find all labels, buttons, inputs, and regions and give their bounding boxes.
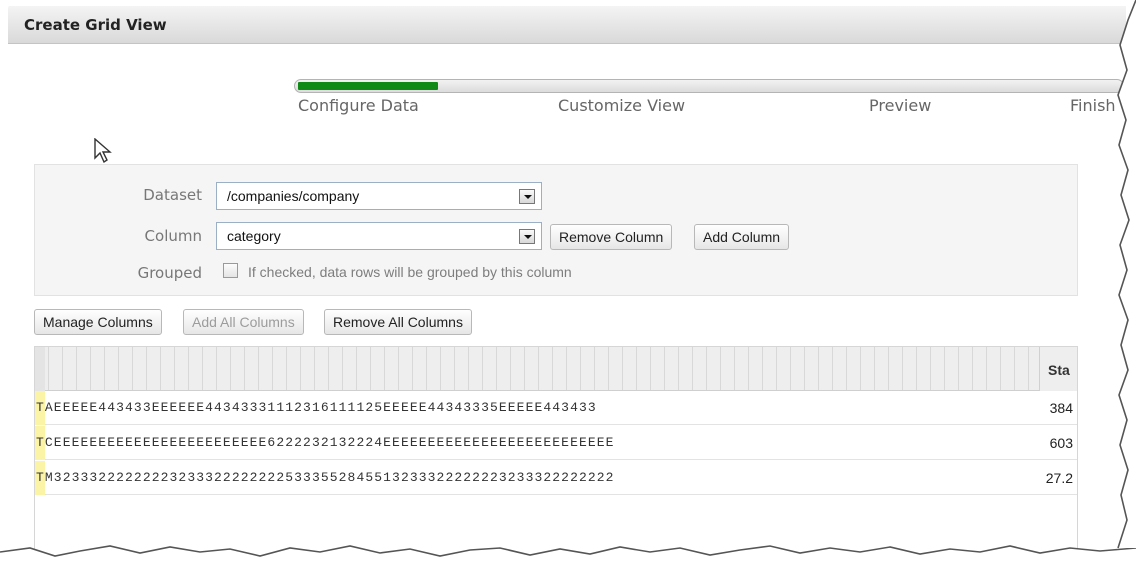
- torn-paper-edge: [0, 0, 1136, 575]
